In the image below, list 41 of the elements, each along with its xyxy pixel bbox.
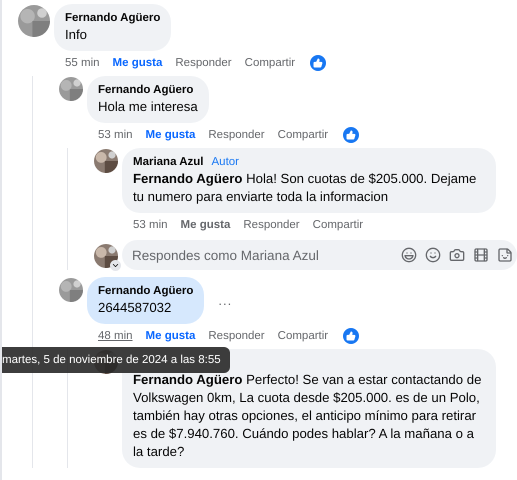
reply-input[interactable]: Respondes como Mariana Azul: [132, 248, 401, 262]
avatar[interactable]: [59, 278, 83, 302]
comment-text: Fernando Agüero Perfecto! Se van a estar contactando de Volkswagen 0km, La cuota desde $205.000. es de un Polo, también hay otras opciones, el anticipo mínimo para retirar es de $7.940.760. Cuándo podes hablar? A la mañana o a la tarde?: [133, 371, 482, 461]
like-link[interactable]: Me gusta: [146, 330, 196, 342]
author-label: Autor: [212, 155, 240, 170]
reply-link[interactable]: Responder: [243, 218, 300, 230]
reply-link[interactable]: Responder: [208, 128, 265, 140]
laughing-face-icon[interactable]: [401, 247, 417, 263]
emoji-icon[interactable]: [425, 247, 441, 263]
comment-text: Hola me interesa: [98, 98, 198, 116]
timestamp-tooltip: martes, 5 de noviembre de 2024 a las 8:55: [2, 347, 230, 373]
avatar[interactable]: [18, 5, 50, 37]
comment-text: Fernando Agüero Hola! Son cuotas de $205.000. Dejame tu numero para enviarte toda la informacion: [133, 170, 478, 206]
comment-time[interactable]: 48 min: [98, 330, 133, 342]
comment-text: 2644587032: [98, 299, 172, 317]
comment-text: Info: [65, 26, 88, 44]
share-link[interactable]: Compartir: [244, 56, 296, 68]
chevron-down-icon[interactable]: [110, 260, 121, 270]
like-link[interactable]: Me gusta: [146, 128, 196, 140]
avatar[interactable]: [59, 77, 83, 101]
author-name[interactable]: Mariana Azul: [133, 154, 204, 170]
comment-time[interactable]: 53 min: [133, 218, 168, 230]
comment-time[interactable]: 53 min: [98, 128, 133, 140]
author-name[interactable]: Fernando Agüero: [98, 283, 194, 299]
share-link[interactable]: Compartir: [278, 330, 328, 342]
avatar[interactable]: [94, 149, 118, 173]
reply-link[interactable]: Responder: [208, 330, 265, 342]
like-link[interactable]: Me gusta: [180, 218, 230, 230]
film-icon[interactable]: [473, 247, 489, 263]
share-link[interactable]: Compartir: [312, 218, 364, 230]
share-link[interactable]: Compartir: [278, 128, 328, 140]
author-name[interactable]: Fernando Agüero: [98, 82, 194, 98]
author-name[interactable]: Fernando Agüero: [65, 10, 160, 26]
sticker-icon[interactable]: [497, 247, 513, 263]
reply-link[interactable]: Responder: [175, 56, 232, 68]
reply-bar[interactable]: Respondes como Mariana Azul: [122, 240, 517, 270]
comment-time[interactable]: 55 min: [65, 56, 100, 68]
avatar[interactable]: [94, 244, 118, 268]
more-options[interactable]: ...: [218, 293, 232, 308]
camera-icon[interactable]: [449, 247, 465, 263]
like-link[interactable]: Me gusta: [112, 56, 162, 68]
